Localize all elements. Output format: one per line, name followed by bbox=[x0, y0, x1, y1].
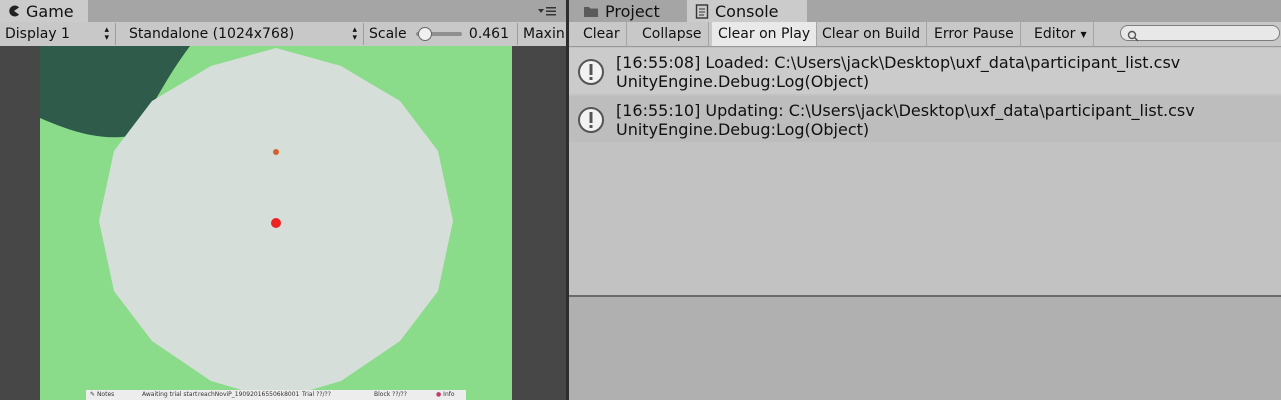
log-entry[interactable]: [16:55:10] Updating: C:\Users\jack\Deskt… bbox=[569, 96, 1281, 142]
game-toolbar: Display 1 ▴ ▾ Standalone (1024x768) ▴ ▾ Sc… bbox=[0, 22, 566, 47]
search-icon bbox=[1127, 27, 1139, 46]
target-dot bbox=[271, 218, 281, 228]
select-arrows-icon: ▴ ▾ bbox=[104, 25, 109, 43]
error-pause-label: Error Pause bbox=[934, 26, 1014, 42]
collapse-button[interactable]: Collapse bbox=[636, 22, 709, 46]
tab-console-label: Console bbox=[715, 1, 779, 21]
collapse-button-label: Collapse bbox=[642, 26, 702, 42]
log-info-icon bbox=[577, 106, 605, 134]
clear-button[interactable]: Clear bbox=[577, 22, 627, 46]
letterbox-right bbox=[512, 46, 566, 400]
hud-session: reachNoviP_190920165506k8001 bbox=[198, 391, 300, 398]
scale-slider-thumb[interactable] bbox=[417, 27, 432, 41]
error-pause-toggle[interactable]: Error Pause bbox=[928, 22, 1021, 46]
console-tabbar: Project Console bbox=[569, 0, 1281, 23]
tab-game[interactable]: Game bbox=[0, 0, 88, 22]
log-stack-trace: UnityEngine.Debug:Log(Object) bbox=[616, 120, 870, 139]
letterbox-left bbox=[0, 46, 40, 400]
scale-value: 0.461 bbox=[468, 26, 509, 42]
scale-control: Scale 0.461 bbox=[364, 23, 518, 45]
clear-on-build-toggle[interactable]: Clear on Build bbox=[816, 22, 928, 46]
hud-status: Awaiting trial start bbox=[142, 391, 198, 398]
search-input[interactable] bbox=[1141, 26, 1277, 42]
game-viewport[interactable]: ✎ Notes Awaiting trial start reachNoviP_… bbox=[40, 46, 512, 400]
game-scene bbox=[40, 46, 512, 400]
log-message: [16:55:08] Loaded: C:\Users\jack\Desktop… bbox=[616, 53, 1181, 72]
maximize-on-play-button[interactable]: Maxin bbox=[518, 23, 566, 45]
scale-label: Scale bbox=[369, 26, 407, 42]
hud-notes-label: Notes bbox=[96, 391, 115, 398]
console-toolbar: Clear Collapse Clear on Play Clear on Bu… bbox=[569, 22, 1281, 47]
hud-info[interactable]: ● Info bbox=[436, 391, 455, 398]
log-stack-trace: UnityEngine.Debug:Log(Object) bbox=[616, 72, 870, 91]
editor-dropdown-label: Editor bbox=[1034, 26, 1076, 42]
console-icon bbox=[695, 3, 709, 19]
resolution-select[interactable]: Standalone (1024x768) ▴ ▾ bbox=[124, 23, 364, 45]
info-icon: ● bbox=[436, 391, 442, 398]
panel-menu-icon[interactable] bbox=[536, 3, 558, 19]
hud-info-label: Info bbox=[443, 391, 455, 398]
select-arrows-icon: ▴ ▾ bbox=[352, 25, 357, 43]
hud-block: Block ??/?? bbox=[374, 391, 407, 398]
clear-on-build-label: Clear on Build bbox=[822, 26, 921, 42]
display-select[interactable]: Display 1 ▴ ▾ bbox=[0, 23, 116, 45]
maximize-label: Maxin bbox=[523, 26, 565, 42]
display-select-label: Display 1 bbox=[5, 26, 70, 42]
scale-slider[interactable] bbox=[416, 27, 462, 41]
chevron-down-icon: ▼ bbox=[1080, 29, 1087, 39]
tab-project-label: Project bbox=[605, 1, 660, 21]
folder-icon bbox=[583, 5, 599, 18]
game-panel: Game Display 1 ▴ ▾ Standalone (1024x768) … bbox=[0, 0, 566, 400]
clear-on-play-toggle[interactable]: Clear on Play bbox=[712, 22, 818, 46]
tab-game-label: Game bbox=[26, 1, 74, 21]
clear-button-label: Clear bbox=[583, 26, 620, 42]
experiment-hud: ✎ Notes Awaiting trial start reachNoviP_… bbox=[86, 390, 466, 400]
start-marker bbox=[273, 149, 279, 155]
hud-trial: Trial ??/?? bbox=[302, 391, 331, 398]
pacman-icon bbox=[8, 5, 20, 17]
console-panel: Project Console Clear Collapse Clear on … bbox=[569, 0, 1281, 400]
hud-notes[interactable]: ✎ Notes bbox=[90, 391, 114, 398]
console-detail-area bbox=[569, 297, 1281, 400]
log-info-icon bbox=[577, 58, 605, 86]
tab-project[interactable]: Project bbox=[575, 0, 685, 22]
game-tabbar: Game bbox=[0, 0, 566, 23]
search-field[interactable] bbox=[1120, 25, 1280, 42]
resolution-select-label: Standalone (1024x768) bbox=[129, 26, 295, 42]
editor-dropdown[interactable]: Editor ▼ bbox=[1028, 22, 1094, 46]
log-entry[interactable]: [16:55:08] Loaded: C:\Users\jack\Desktop… bbox=[569, 48, 1281, 94]
tab-console[interactable]: Console bbox=[687, 0, 807, 22]
log-message: [16:55:10] Updating: C:\Users\jack\Deskt… bbox=[616, 101, 1195, 120]
clear-on-play-label: Clear on Play bbox=[718, 26, 811, 42]
